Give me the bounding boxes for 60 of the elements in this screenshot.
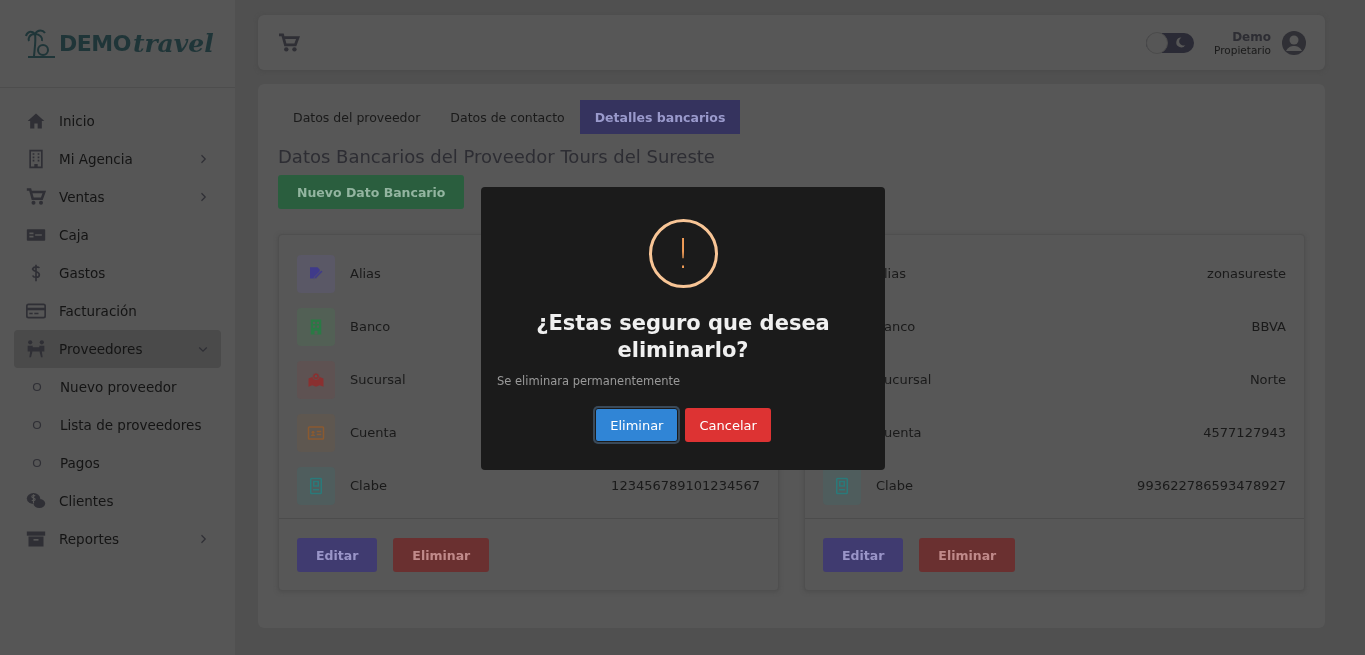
dialog-title: ¿Estas seguro que desea eliminarlo?: [535, 310, 831, 364]
field-label: ucursal: [883, 372, 932, 387]
field-label: lias: [883, 266, 906, 281]
map-pin-icon: [307, 370, 325, 389]
field-label: anco: [883, 319, 916, 334]
sidebar-item[interactable]: Inicio: [14, 102, 221, 140]
edit-button[interactable]: Editar: [297, 538, 378, 572]
sidebar-subitem[interactable]: Pagos: [14, 444, 221, 482]
theme-toggle[interactable]: [1146, 32, 1195, 53]
building-icon: [26, 149, 46, 169]
id-badge-icon: [307, 476, 325, 495]
sidebar-subitem[interactable]: Lista de proveedores: [14, 406, 221, 444]
archive-icon: [26, 529, 46, 549]
sidebar-item[interactable]: Gastos: [14, 254, 221, 292]
edit-button[interactable]: Editar: [823, 538, 904, 572]
moon-icon: [1174, 35, 1188, 49]
tab[interactable]: Datos del proveedor: [278, 100, 436, 134]
sidebar-subitem[interactable]: Nuevo proveedor: [14, 368, 221, 406]
circle-icon: [32, 458, 42, 468]
field-value: zonasureste: [1207, 266, 1286, 281]
circle-icon: [32, 382, 42, 392]
cancel-button[interactable]: Cancelar: [685, 408, 771, 442]
confirm-delete-button[interactable]: Eliminar: [595, 408, 679, 442]
field-label: Clabe: [876, 478, 913, 493]
tab[interactable]: Detalles bancarios: [579, 100, 741, 134]
user-avatar-icon[interactable]: [1281, 29, 1307, 56]
new-bank-data-button[interactable]: Nuevo Dato Bancario: [278, 175, 465, 209]
delete-button[interactable]: Eliminar: [919, 538, 1016, 572]
warning-icon: !: [648, 219, 718, 288]
field-label: Sucursal: [350, 372, 406, 387]
sidebar-item[interactable]: Reportes: [14, 520, 221, 558]
sidebar-item[interactable]: Facturación: [14, 292, 221, 330]
circle-icon: [32, 420, 42, 430]
field-label: Cuenta: [350, 425, 397, 440]
sidebar-item[interactable]: Ventas: [14, 178, 221, 216]
card-icon: [26, 301, 46, 321]
cart-icon: [26, 187, 46, 207]
id-card-icon: [307, 423, 325, 442]
field-value: 993622786593478927: [1137, 478, 1286, 493]
tab[interactable]: Datos de contacto: [435, 100, 580, 134]
chat-money-icon: [26, 491, 46, 511]
dialog-text: Se eliminara permanentemente: [497, 374, 681, 388]
house-icon: [26, 111, 46, 131]
field-value: 123456789101234567: [611, 478, 760, 493]
sidebar-item[interactable]: Mi Agencia: [14, 140, 221, 178]
field-value: 4577127943: [1203, 425, 1286, 440]
field-label: Clabe: [350, 478, 387, 493]
sidebar-item[interactable]: Caja: [14, 216, 221, 254]
field-value: Norte: [1249, 372, 1286, 387]
palm-tree-icon: [25, 27, 57, 60]
user-role: Propietario: [1214, 43, 1271, 56]
field-label: uenta: [883, 425, 922, 440]
cart-icon[interactable]: [278, 32, 300, 53]
sidebar-item[interactable]: Clientes: [14, 482, 221, 520]
delete-button[interactable]: Eliminar: [393, 538, 490, 572]
id-badge-icon: [833, 476, 851, 495]
people-carrying-icon: [26, 339, 46, 359]
field-label: Alias: [350, 266, 381, 281]
field-label: Banco: [350, 319, 391, 334]
field-value: BBVA: [1251, 319, 1286, 334]
